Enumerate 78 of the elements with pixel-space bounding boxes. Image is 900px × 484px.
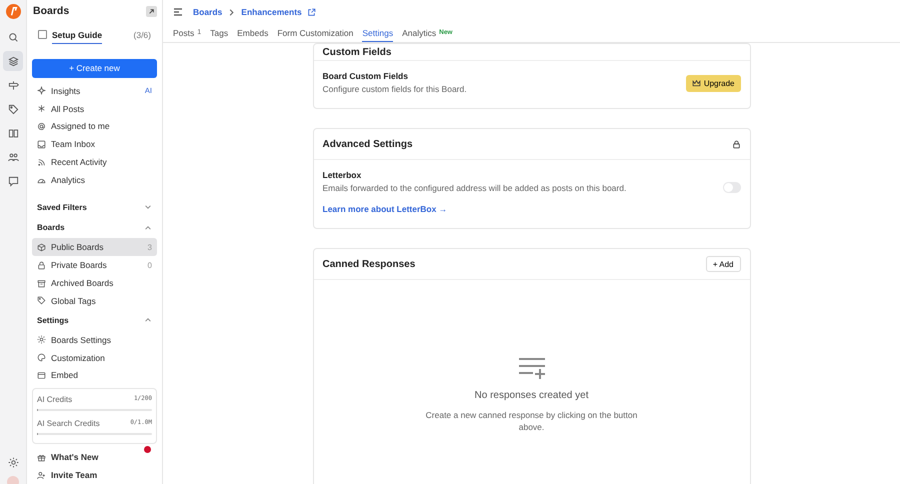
asterisk-icon	[37, 104, 46, 113]
nav-item[interactable]: Analytics	[32, 171, 157, 190]
tab[interactable]: Tags	[210, 24, 228, 42]
create-button[interactable]: + Create new	[32, 58, 157, 78]
chevron-icon[interactable]	[144, 316, 152, 324]
nav-item[interactable]: Assigned to me	[32, 117, 157, 136]
credit-label: AI Search Credits	[37, 419, 100, 428]
window-icon	[37, 370, 46, 380]
card-title: Advanced Settings	[322, 138, 413, 150]
crown-icon	[692, 79, 701, 88]
tab[interactable]: Form Customization	[277, 24, 354, 42]
tag-icon	[8, 104, 18, 114]
nav-item[interactable]: Invite Team	[32, 466, 157, 484]
row-title: Letterbox	[322, 170, 362, 180]
nav-item[interactable]: Public Boards 3	[32, 238, 157, 256]
lock-icon	[732, 140, 740, 148]
count: 0	[148, 260, 152, 270]
external-link-icon[interactable]	[306, 8, 316, 16]
nav-item[interactable]: All Posts	[32, 100, 157, 118]
chevron-right-icon	[227, 8, 236, 16]
search-icon	[8, 32, 18, 42]
nav-item[interactable]: Global Tags	[32, 292, 157, 310]
sidebar-title: Boards	[33, 5, 70, 18]
section-header[interactable]: Settings	[37, 316, 69, 325]
tab[interactable]: Settings	[362, 24, 394, 42]
expand-icon[interactable]	[146, 6, 157, 17]
breadcrumb-link[interactable]: Boards	[193, 7, 222, 17]
breadcrumb-link[interactable]: Enhancements	[241, 7, 302, 17]
cube-icon	[37, 242, 46, 252]
book-icon	[8, 128, 18, 138]
people-icon	[8, 152, 18, 162]
nav-item[interactable]: Customization	[32, 348, 157, 366]
add-user-icon	[37, 470, 46, 480]
add-button[interactable]: + Add	[706, 256, 740, 272]
section-header[interactable]: Boards	[37, 223, 65, 232]
chat-icon	[8, 176, 18, 186]
tab[interactable]: Embeds	[237, 24, 268, 42]
chevron-icon[interactable]	[144, 203, 152, 212]
app-logo[interactable]	[6, 4, 20, 19]
card-title: Custom Fields	[322, 47, 392, 58]
list-add-icon	[516, 356, 546, 382]
count: 3	[148, 242, 152, 252]
checkbox[interactable]	[38, 30, 47, 40]
palette-icon	[37, 353, 46, 362]
sparkle-icon	[37, 86, 46, 96]
rail-button[interactable]	[3, 51, 23, 71]
feed-icon	[37, 158, 46, 167]
inbox-icon	[37, 140, 46, 149]
nav-item[interactable]: Embed	[32, 366, 157, 384]
menu-icon[interactable]	[173, 7, 183, 17]
settings-icon	[37, 335, 46, 344]
upgrade-button[interactable]: Upgrade	[686, 75, 740, 92]
nav-item[interactable]: Archived Boards	[32, 274, 157, 292]
learn-more-link[interactable]: Learn more about LetterBox →	[322, 204, 714, 214]
nav-item[interactable]: Private Boards 0	[32, 256, 157, 274]
card-title: Canned Responses	[322, 258, 416, 270]
gift-icon	[37, 452, 46, 462]
at-sign-icon	[37, 122, 46, 131]
archive-icon	[37, 278, 46, 288]
nav-item[interactable]: Recent Activity	[32, 153, 157, 172]
empty-description: Create a new canned response by clicking on the button above.	[424, 410, 638, 434]
chevron-icon[interactable]	[144, 224, 152, 232]
credit-label: AI Credits	[37, 395, 72, 404]
setup-guide-link[interactable]: Setup Guide	[52, 30, 102, 44]
tag-icon	[37, 296, 46, 306]
nav-item[interactable]: Boards Settings	[32, 330, 157, 349]
row-description: Emails forwarded to the configured address will be added as posts on this board.	[322, 183, 628, 193]
nav-item[interactable]: What's New	[32, 448, 157, 466]
lock-icon	[37, 260, 46, 270]
section-header[interactable]: Saved Filters	[37, 202, 87, 212]
signpost-icon	[8, 80, 18, 90]
nav-item[interactable]: Team Inbox	[32, 135, 157, 154]
layers-icon	[8, 56, 18, 66]
settings-icon	[8, 456, 18, 468]
row-title: Board Custom Fields	[322, 71, 409, 81]
empty-title: No responses created yet	[474, 390, 588, 401]
progress-count: (3/6)	[134, 30, 151, 40]
row-description: Configure custom fields for this Board.	[322, 84, 468, 94]
